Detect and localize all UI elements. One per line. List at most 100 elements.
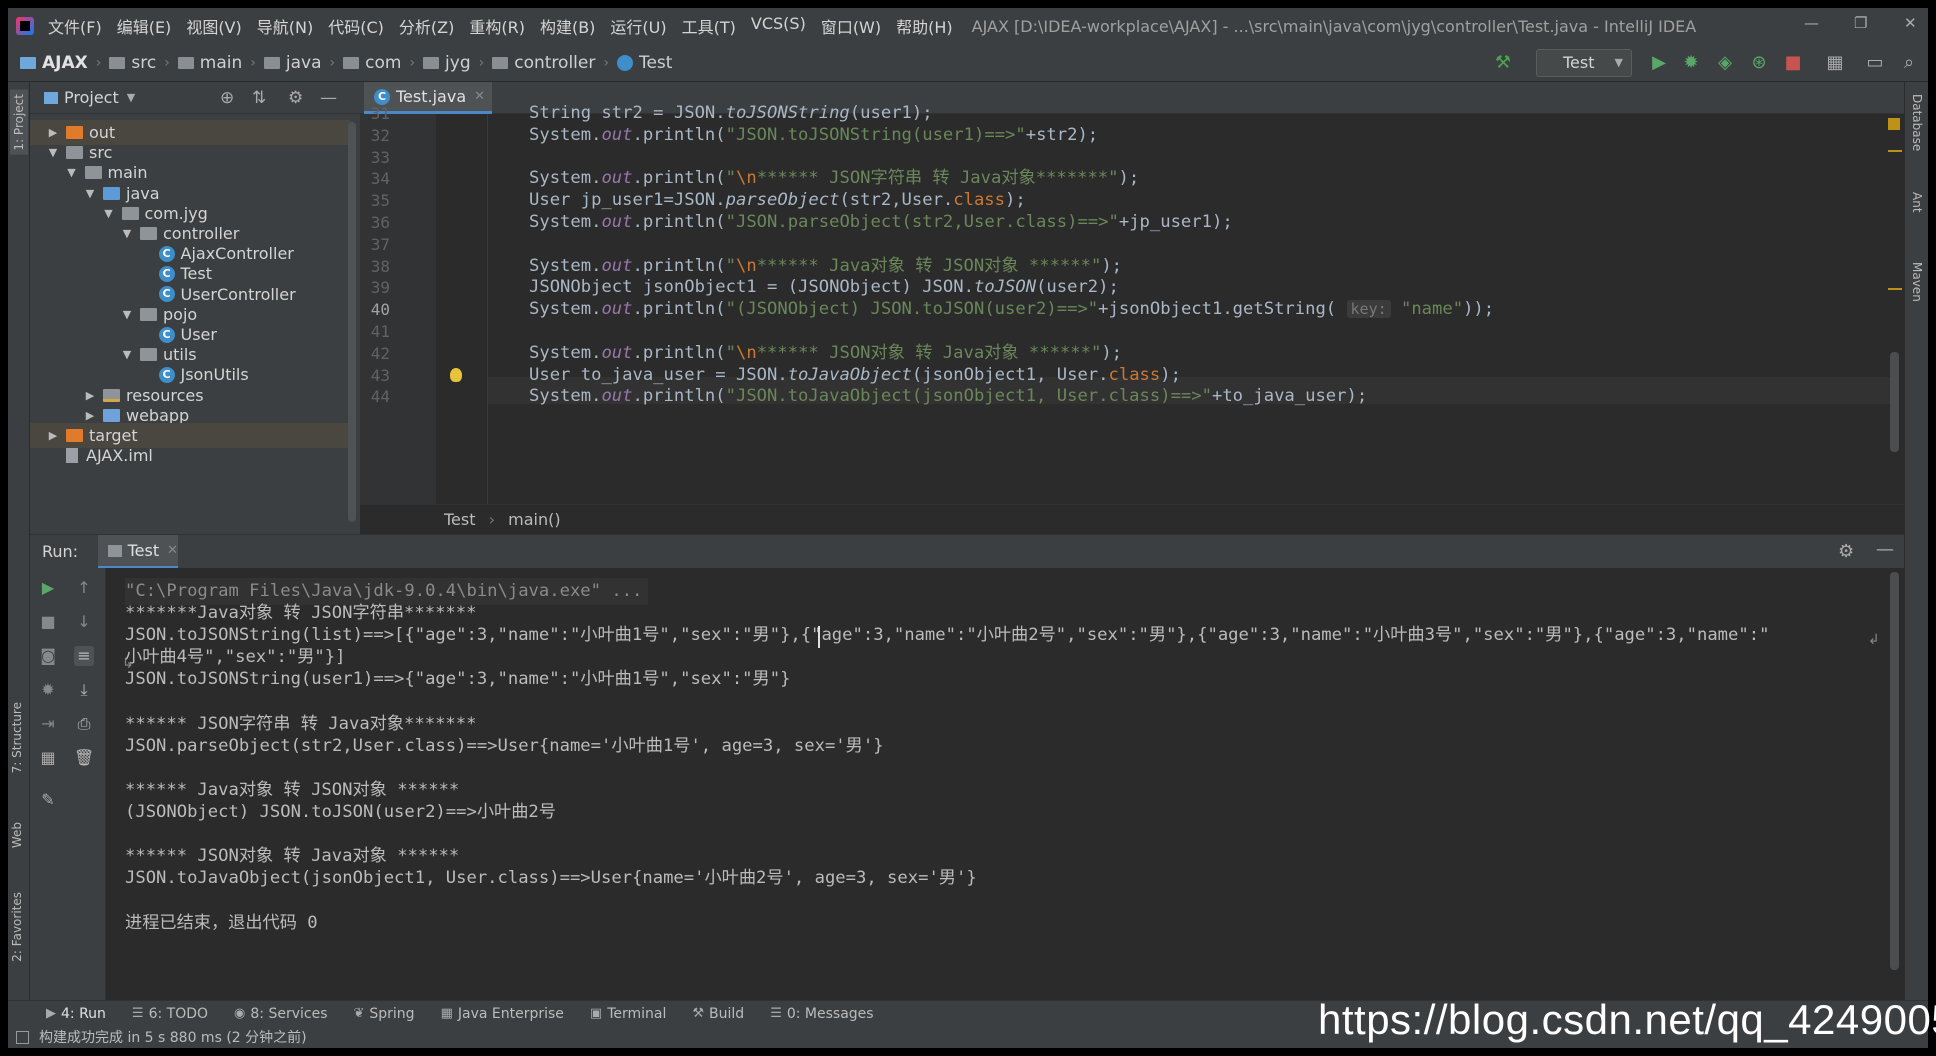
expanded-arrow-icon[interactable]: ▼ <box>46 146 60 159</box>
toolwindow-java-enterprise[interactable]: ▦ Java Enterprise <box>441 1006 564 1022</box>
menu-item[interactable]: 视图(V) <box>186 14 241 38</box>
stop-icon[interactable]: ■ <box>38 612 58 632</box>
breadcrumb-item[interactable]: main › <box>177 53 264 73</box>
restore-icon[interactable]: ❐ <box>1854 14 1867 32</box>
hide-icon[interactable]: — <box>1876 539 1894 560</box>
expanded-arrow-icon[interactable]: ▼ <box>120 348 134 361</box>
console-scrollbar[interactable] <box>1890 572 1899 970</box>
collapse-all-icon[interactable]: ⇅ <box>252 88 266 108</box>
collapsed-arrow-icon[interactable]: ▶ <box>83 389 97 402</box>
collapsed-arrow-icon[interactable]: ▶ <box>83 409 97 422</box>
hide-icon[interactable]: — <box>320 88 337 108</box>
status-toggle-icon[interactable] <box>16 1030 29 1044</box>
editor-scrollbar[interactable] <box>1890 352 1899 452</box>
menu-item[interactable]: 运行(U) <box>610 14 666 38</box>
breadcrumb-class[interactable]: Test <box>444 510 476 529</box>
expanded-arrow-icon[interactable]: ▼ <box>120 227 134 240</box>
close-tab-icon[interactable]: ✕ <box>167 543 178 558</box>
print-icon[interactable]: ⎙ <box>74 714 94 734</box>
breadcrumb-method[interactable]: main() <box>508 510 560 529</box>
locate-icon[interactable]: ⊕ <box>220 88 234 108</box>
toolwindow-6-todo[interactable]: ☰ 6: TODO <box>132 1006 208 1022</box>
soft-wrap-icon[interactable]: ≡ <box>74 646 94 666</box>
scroll-to-end-icon[interactable]: ⤓ <box>74 680 94 700</box>
breadcrumb-item[interactable]: Test <box>616 53 672 73</box>
toolwindow-spring[interactable]: ❦ Spring <box>353 1006 414 1022</box>
error-stripe-mark[interactable] <box>1888 288 1902 290</box>
menu-item[interactable]: 编辑(E) <box>117 14 172 38</box>
layout-icon[interactable]: ▦ <box>38 748 58 768</box>
warning-marker-icon[interactable] <box>1888 118 1900 130</box>
chevron-right-icon: › <box>478 54 485 71</box>
side-tab-structure[interactable]: 7: Structure <box>10 702 24 773</box>
menu-item[interactable]: 重构(R) <box>469 14 525 38</box>
profile-icon[interactable]: ⊛ <box>1748 52 1770 74</box>
build-hammer-icon[interactable]: ⚒ <box>1492 52 1514 74</box>
rerun-icon[interactable]: ▶ <box>38 578 58 598</box>
close-icon[interactable]: ✕ <box>1904 14 1917 32</box>
gear-icon[interactable]: ⚙ <box>1838 541 1854 562</box>
collapsed-arrow-icon[interactable]: ▶ <box>46 126 60 139</box>
restore-layout-icon[interactable]: ⇥ <box>38 714 58 734</box>
menu-item[interactable]: 帮助(H) <box>896 14 953 38</box>
side-tab-database[interactable]: Database <box>1910 94 1924 151</box>
expanded-arrow-icon[interactable]: ▼ <box>83 187 97 200</box>
breadcrumb-item[interactable]: com › <box>343 53 423 73</box>
coverage-icon[interactable]: ◈ <box>1714 52 1736 74</box>
menu-item[interactable]: 分析(Z) <box>399 14 454 38</box>
menu-item[interactable]: 文件(F) <box>48 14 102 38</box>
project-structure-icon[interactable]: ▦ <box>1824 52 1846 74</box>
toolwindow-build[interactable]: ⚒ Build <box>692 1006 744 1022</box>
expanded-arrow-icon[interactable]: ▼ <box>65 166 79 179</box>
expanded-arrow-icon[interactable]: ▼ <box>102 207 116 220</box>
breadcrumb-item[interactable]: src › <box>109 53 177 73</box>
down-arrow-icon[interactable]: ↓ <box>74 612 94 632</box>
side-tab-favorites[interactable]: 2: Favorites <box>10 892 24 962</box>
toolwindow-4-run[interactable]: ▶ 4: Run <box>46 1006 106 1022</box>
collapsed-arrow-icon[interactable]: ▶ <box>46 429 60 442</box>
tab-run-test[interactable]: Test ✕ <box>98 535 178 569</box>
pin-icon[interactable]: ✎ <box>38 790 58 810</box>
code-line[interactable]: System.out.println("JSON.parseObject(str… <box>529 209 1233 236</box>
settings-icon[interactable]: ✹ <box>38 680 58 700</box>
side-tab-maven[interactable]: Maven <box>1910 262 1924 302</box>
breadcrumb-item[interactable]: java › <box>263 53 343 73</box>
up-arrow-icon[interactable]: ↑ <box>74 578 94 598</box>
trash-icon[interactable]: 🗑 <box>74 748 94 768</box>
stop-icon[interactable]: ■ <box>1782 52 1804 74</box>
breadcrumb-item[interactable]: AJAX › <box>20 53 109 73</box>
breadcrumb-item[interactable]: jyg › <box>423 53 492 73</box>
search-icon[interactable]: ⌕ <box>1898 52 1920 74</box>
code-line[interactable]: System.out.println("JSON.toJSONString(us… <box>529 122 1098 149</box>
toolwindow-8-services[interactable]: ◉ 8: Services <box>234 1006 327 1022</box>
terminal-icon[interactable]: ▭ <box>1864 52 1886 74</box>
tree-item[interactable]: AJAX.iml <box>30 443 350 468</box>
code-line[interactable]: System.out.println("JSON.toJavaObject(js… <box>529 383 1367 410</box>
side-tab-web[interactable]: Web <box>10 822 24 848</box>
project-scrollbar[interactable] <box>348 122 356 522</box>
close-tab-icon[interactable]: ✕ <box>474 89 485 104</box>
chevron-down-icon[interactable]: ▼ <box>127 91 135 104</box>
menu-item[interactable]: 代码(C) <box>328 14 384 38</box>
breadcrumb-item[interactable]: controller › <box>492 53 617 73</box>
error-stripe-mark[interactable] <box>1888 150 1902 152</box>
side-tab-project[interactable]: 1: Project <box>10 90 28 155</box>
menu-item[interactable]: 工具(T) <box>682 14 736 38</box>
project-panel-title[interactable]: Project <box>64 88 119 107</box>
lightbulb-icon[interactable] <box>450 368 462 382</box>
toolwindow-0-messages[interactable]: ☰ 0: Messages <box>770 1006 873 1022</box>
debug-icon[interactable]: ✹ <box>1680 52 1702 74</box>
menu-item[interactable]: 窗口(W) <box>821 14 881 38</box>
code-line[interactable]: System.out.println("(JSONObject) JSON.to… <box>529 296 1494 323</box>
menu-item[interactable]: 导航(N) <box>257 14 313 38</box>
camera-icon[interactable]: ◙ <box>38 646 58 666</box>
menu-item[interactable]: VCS(S) <box>751 14 806 38</box>
expanded-arrow-icon[interactable]: ▼ <box>120 308 134 321</box>
menu-item[interactable]: 构建(B) <box>540 14 595 38</box>
toolwindow-terminal[interactable]: ▣ Terminal <box>590 1006 666 1022</box>
run-config-select[interactable]: Test ▼ <box>1536 49 1632 77</box>
run-icon[interactable]: ▶ <box>1648 52 1670 74</box>
gear-icon[interactable]: ⚙ <box>288 88 303 108</box>
minimize-icon[interactable]: — <box>1804 14 1819 32</box>
side-tab-ant[interactable]: Ant <box>1910 192 1924 213</box>
